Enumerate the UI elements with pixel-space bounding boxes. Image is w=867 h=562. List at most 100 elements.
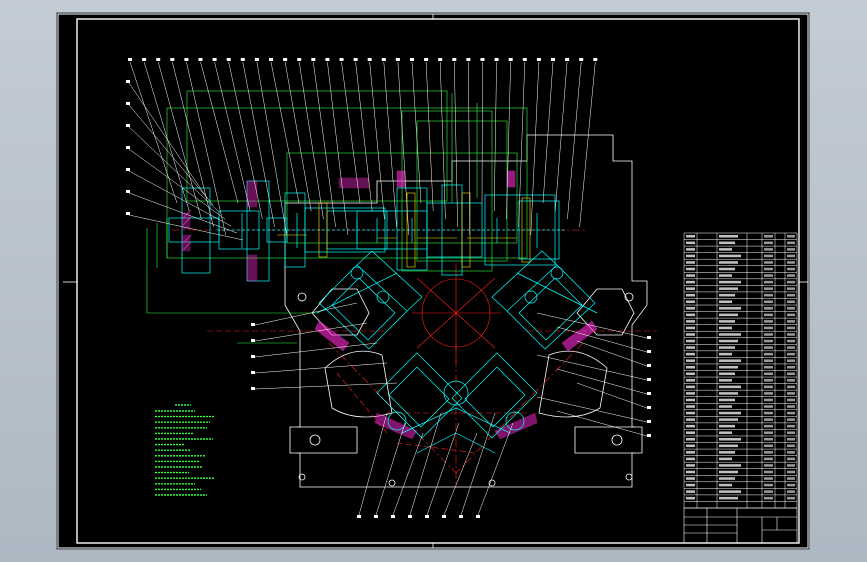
parts-list-cell-mark bbox=[686, 300, 695, 304]
parts-list-cell-mark bbox=[686, 307, 695, 310]
parts-list-cell-mark bbox=[719, 496, 738, 500]
parts-list-cell-mark bbox=[787, 339, 795, 343]
leader-tag bbox=[425, 515, 429, 518]
leader-line bbox=[542, 61, 554, 204]
parts-list-cell-mark bbox=[719, 372, 735, 376]
parts-list-cell-mark bbox=[719, 464, 741, 467]
leader-tag bbox=[126, 102, 130, 105]
parts-list-cell-mark bbox=[686, 280, 695, 284]
parts-list-cell-mark bbox=[764, 464, 773, 467]
parts-list-cell-mark bbox=[719, 333, 741, 336]
leader-line bbox=[409, 412, 442, 516]
leader-line bbox=[493, 61, 497, 212]
parts-list-cell-mark bbox=[686, 424, 695, 428]
leader-line bbox=[439, 61, 446, 220]
lower-bearing-cartridges bbox=[376, 352, 538, 454]
parts-list-cell-mark bbox=[787, 333, 795, 336]
leader-line bbox=[567, 61, 582, 220]
parts-list-cell-mark bbox=[787, 437, 795, 441]
leader-tag bbox=[508, 58, 513, 61]
leader-line bbox=[383, 61, 397, 228]
cad-viewport[interactable] bbox=[0, 0, 867, 562]
parts-list-cell-mark bbox=[764, 444, 773, 448]
parts-list-cell-mark bbox=[686, 464, 695, 467]
parts-list-cell-mark bbox=[719, 365, 738, 369]
leader-tag bbox=[251, 355, 255, 358]
parts-list-cell-mark bbox=[719, 379, 732, 382]
parts-list-cell-mark bbox=[787, 418, 795, 421]
parts-list-cell-mark bbox=[787, 385, 795, 389]
parts-list-cell-mark bbox=[787, 398, 795, 402]
parts-list-cell-mark bbox=[764, 405, 773, 408]
leader-tag bbox=[647, 392, 651, 395]
leader-tag bbox=[408, 515, 412, 518]
leader-tag bbox=[269, 58, 273, 61]
leader-tag bbox=[647, 406, 651, 409]
parts-list-cell-mark bbox=[764, 254, 773, 258]
parts-list-cell-mark bbox=[764, 235, 773, 238]
parts-list-cell-mark bbox=[686, 411, 695, 415]
parts-list-cell-mark bbox=[764, 431, 773, 434]
leader-tag bbox=[424, 58, 429, 61]
parts-list-cell-mark bbox=[686, 313, 695, 317]
parts-list-cell-mark bbox=[719, 339, 738, 343]
parts-list-cell-mark bbox=[787, 307, 795, 310]
parts-list-cell-mark bbox=[764, 398, 773, 402]
leader-line bbox=[254, 362, 388, 374]
drawing-canvas[interactable] bbox=[57, 13, 809, 549]
parts-list-cell-mark bbox=[764, 274, 773, 277]
leader-line bbox=[477, 422, 514, 516]
leader-tag bbox=[339, 58, 344, 61]
leader-line bbox=[284, 61, 312, 212]
leader-line bbox=[576, 340, 648, 367]
parts-list-cell-mark bbox=[686, 320, 695, 323]
parts-list-cell-mark bbox=[764, 261, 773, 264]
parts-list-cell-mark bbox=[764, 320, 773, 323]
parts-list-cell-mark bbox=[764, 326, 773, 330]
parts-list-cell-mark bbox=[787, 287, 795, 290]
parts-list-cell-mark bbox=[787, 280, 795, 284]
parts-list-cell-mark bbox=[764, 451, 773, 454]
parts-list-cell-mark bbox=[764, 267, 773, 271]
parts-list-cell-mark bbox=[719, 359, 741, 362]
parts-list-cell-mark bbox=[719, 437, 741, 441]
leader-tag bbox=[374, 515, 378, 518]
leader-tag bbox=[442, 515, 446, 518]
leader-line bbox=[411, 61, 422, 204]
centerlines bbox=[172, 229, 657, 488]
parts-list-cell-mark bbox=[764, 339, 773, 343]
parts-list-cell-mark bbox=[764, 359, 773, 362]
leader-tag bbox=[476, 515, 480, 518]
parts-list-cell-mark bbox=[719, 254, 741, 258]
leader-tag bbox=[126, 146, 130, 149]
leader-tag bbox=[395, 58, 400, 61]
leader-tag bbox=[480, 58, 485, 61]
leader-tag bbox=[647, 350, 651, 353]
parts-list-cell-mark bbox=[719, 424, 735, 428]
parts-list-cell-mark bbox=[764, 437, 773, 441]
leader-tag bbox=[466, 58, 471, 61]
parts-list-cell-mark bbox=[686, 405, 695, 408]
parts-list-cell-mark bbox=[686, 372, 695, 376]
parts-list-cell-mark bbox=[787, 490, 795, 493]
parts-list-cell-mark bbox=[719, 418, 738, 421]
leader-line bbox=[536, 312, 648, 339]
leader-line bbox=[554, 61, 568, 212]
leader-tag bbox=[251, 339, 255, 342]
leader-line bbox=[128, 148, 226, 220]
parts-list-cell-mark bbox=[764, 346, 773, 349]
parts-list-cell-mark bbox=[719, 320, 735, 323]
parts-list bbox=[683, 232, 798, 509]
leader-tag bbox=[381, 58, 386, 61]
leader-tag bbox=[126, 190, 130, 193]
leader-line bbox=[270, 61, 300, 204]
parts-list-cell-mark bbox=[686, 398, 695, 402]
parts-list-cell-mark bbox=[686, 293, 695, 297]
parts-list-cell-mark bbox=[787, 261, 795, 264]
parts-list-cell-mark bbox=[787, 320, 795, 323]
leader-tag bbox=[357, 515, 361, 518]
parts-list-cell-mark bbox=[764, 385, 773, 389]
parts-list-cell-mark bbox=[787, 392, 795, 395]
parts-list-cell-mark bbox=[719, 477, 735, 480]
parts-list-cell-mark bbox=[764, 352, 773, 356]
